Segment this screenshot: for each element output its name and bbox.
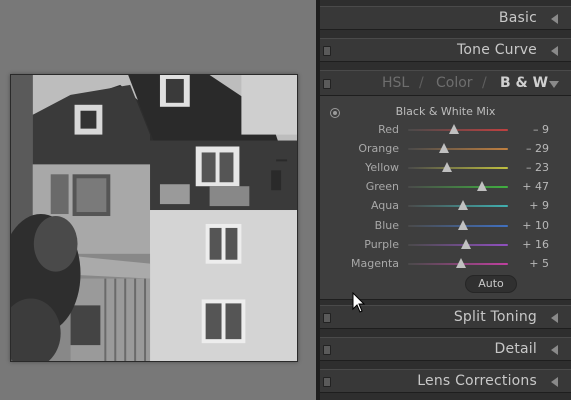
slider-track[interactable] [408,148,508,151]
section-toggle-switch[interactable] [323,79,331,89]
slider-value[interactable]: + 16 [522,238,549,251]
section-lens-corrections-title: Lens Corrections [417,373,537,389]
tab-bw[interactable]: B & W [500,75,548,91]
slider-label: Purple [364,237,399,251]
tab-hsl[interactable]: HSL [382,75,409,91]
slider-track[interactable] [408,243,508,246]
mouse-pointer-icon [352,292,366,313]
slider-label: Yellow [365,161,399,175]
slider-thumb[interactable] [458,219,468,230]
slider-purple[interactable]: Purple + 16 [320,236,571,255]
section-toggle-switch[interactable] [323,46,331,56]
image-preview-area [0,0,316,400]
collapse-arrow-icon[interactable] [551,313,558,323]
slider-thumb[interactable] [455,257,466,268]
slider-label: Red [378,123,399,136]
slider-value[interactable]: + 5 [529,257,549,270]
section-tone-curve[interactable]: Tone Curve [320,38,571,62]
slider-label: Orange [358,142,399,156]
develop-right-panel: Basic Tone Curve HSL / Color / B & W Bla… [320,0,571,400]
photo-preview [10,74,298,362]
slider-magenta[interactable]: Magenta + 5 [320,255,571,274]
slider-value[interactable]: + 9 [529,199,549,212]
slider-label: Magenta [350,256,399,270]
slider-value[interactable]: + 47 [522,180,549,193]
slider-orange[interactable]: Orange – 29 [320,140,571,159]
bw-building-photo [11,75,297,361]
section-split-toning-title: Split Toning [453,309,537,325]
collapse-arrow-icon[interactable] [551,14,558,24]
section-basic[interactable]: Basic [320,6,571,30]
slider-label: Green [365,180,399,194]
auto-button[interactable]: Auto [465,275,517,293]
slider-thumb[interactable] [438,143,449,154]
tab-separator: / [482,75,487,91]
section-detail[interactable]: Detail [320,337,571,361]
section-detail-title: Detail [494,341,537,357]
slider-blue[interactable]: Blue + 10 [320,217,571,236]
tab-separator: / [419,75,424,91]
slider-yellow[interactable]: Yellow – 23 [320,159,571,178]
slider-label: Aqua [370,199,399,213]
collapse-arrow-icon[interactable] [551,377,558,387]
slider-thumb[interactable] [461,238,471,249]
slider-thumb[interactable] [448,124,459,134]
slider-value[interactable]: – 29 [526,142,549,155]
slider-value[interactable]: + 10 [522,219,549,232]
section-tone-curve-title: Tone Curve [457,42,537,58]
section-basic-title: Basic [498,10,537,26]
slider-value[interactable]: – 9 [533,123,549,136]
slider-aqua[interactable]: Aqua + 9 [320,197,571,216]
slider-label: Blue [374,218,399,232]
collapse-arrow-icon[interactable] [551,345,558,355]
bw-mix-title: Black & White Mix [395,105,496,118]
section-hsl-color-bw: HSL / Color / B & W [320,70,571,96]
expand-arrow-icon[interactable] [549,81,559,88]
section-lens-corrections[interactable]: Lens Corrections [320,369,571,393]
slider-track[interactable] [408,186,508,189]
slider-green[interactable]: Green + 47 [320,178,571,197]
slider-track[interactable] [408,167,508,170]
slider-thumb[interactable] [457,200,468,211]
section-toggle-switch[interactable] [323,313,331,323]
lightroom-develop-window: Basic Tone Curve HSL / Color / B & W Bla… [0,0,571,400]
slider-value[interactable]: – 23 [526,161,549,174]
section-toggle-switch[interactable] [323,345,331,355]
slider-thumb[interactable] [441,162,452,173]
collapse-arrow-icon[interactable] [551,46,558,56]
tab-color[interactable]: Color [436,75,473,91]
bw-mix-panel: Black & White Mix Red – 9 Orange – 29 Yellow… [320,96,571,300]
slider-thumb[interactable] [476,181,487,192]
slider-red[interactable]: Red – 9 [320,121,571,140]
section-toggle-switch[interactable] [323,377,331,387]
